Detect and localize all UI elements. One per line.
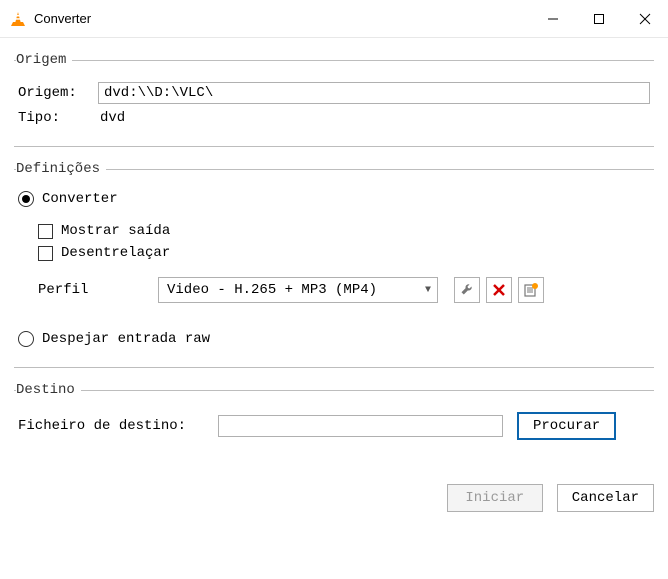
radio-mark-icon: [18, 331, 34, 347]
checkbox-show-output-label: Mostrar saída: [61, 223, 170, 239]
browse-button-label: Procurar: [533, 418, 600, 434]
legend-origem: Origem: [16, 52, 72, 68]
checkbox-deinterlace-label: Desentrelaçar: [61, 245, 170, 261]
delete-profile-button[interactable]: [486, 277, 512, 303]
edit-profile-button[interactable]: [454, 277, 480, 303]
delete-icon: [492, 283, 506, 297]
minimize-button[interactable]: [530, 0, 576, 37]
checkbox-mark-icon: [38, 224, 53, 239]
group-definicoes: Definições Converter Mostrar saída Desen…: [14, 161, 654, 368]
checkbox-deinterlace[interactable]: Desentrelaçar: [38, 245, 650, 261]
cancel-button-label: Cancelar: [572, 490, 639, 506]
vlc-cone-icon: [10, 11, 26, 27]
window-controls: [530, 0, 668, 37]
wrench-icon: [459, 282, 475, 298]
destination-file-input[interactable]: [218, 415, 503, 437]
source-input[interactable]: [98, 82, 650, 104]
start-button[interactable]: Iniciar: [447, 484, 543, 512]
legend-destino: Destino: [16, 382, 81, 398]
new-profile-button[interactable]: [518, 277, 544, 303]
cancel-button[interactable]: Cancelar: [557, 484, 654, 512]
type-value: dvd: [98, 110, 125, 126]
legend-definicoes: Definições: [16, 161, 106, 177]
checkbox-show-output[interactable]: Mostrar saída: [38, 223, 650, 239]
radio-converter[interactable]: Converter: [18, 191, 650, 207]
radio-mark-icon: [18, 191, 34, 207]
chevron-down-icon: ▼: [425, 285, 431, 296]
checkbox-mark-icon: [38, 246, 53, 261]
source-label: Origem:: [18, 85, 98, 101]
titlebar: Converter: [0, 0, 668, 38]
new-profile-icon: [523, 282, 539, 298]
profile-label: Perfil: [38, 282, 158, 298]
destination-file-label: Ficheiro de destino:: [18, 418, 218, 434]
window-title: Converter: [34, 11, 530, 26]
maximize-button[interactable]: [576, 0, 622, 37]
close-button[interactable]: [622, 0, 668, 37]
radio-dump-raw-label: Despejar entrada raw: [42, 331, 210, 347]
group-origem: Origem Origem: Tipo: dvd: [14, 52, 654, 147]
radio-dump-raw[interactable]: Despejar entrada raw: [18, 331, 650, 347]
browse-button[interactable]: Procurar: [517, 412, 616, 440]
group-destino: Destino Ficheiro de destino: Procurar: [14, 382, 654, 454]
radio-converter-label: Converter: [42, 191, 118, 207]
profile-select-value: Video - H.265 + MP3 (MP4): [167, 282, 377, 298]
dialog-footer: Iniciar Cancelar: [0, 478, 668, 512]
type-label: Tipo:: [18, 110, 98, 126]
start-button-label: Iniciar: [465, 490, 524, 506]
profile-select[interactable]: Video - H.265 + MP3 (MP4) ▼: [158, 277, 438, 303]
